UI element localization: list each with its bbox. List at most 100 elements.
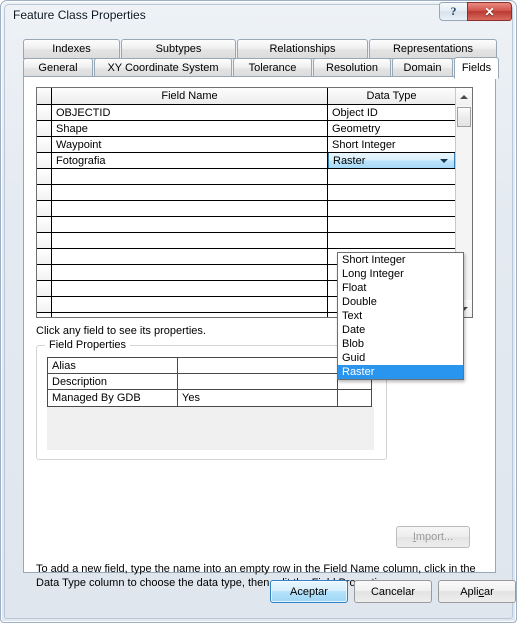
table-row[interactable]: Managed By GDB Yes — [48, 390, 371, 406]
field-name-cell[interactable] — [52, 265, 328, 281]
table-row[interactable] — [37, 233, 455, 249]
dropdown-option-raster[interactable]: Raster — [338, 365, 463, 379]
data-type-cell[interactable]: Short Integer — [328, 137, 455, 153]
table-row[interactable]: Shape Geometry — [37, 121, 455, 137]
table-row[interactable] — [37, 217, 455, 233]
row-selector[interactable] — [37, 153, 52, 169]
data-type-cell[interactable] — [328, 217, 455, 233]
field-name-cell[interactable] — [52, 233, 328, 249]
field-name-cell[interactable]: Shape — [52, 121, 328, 137]
fields-grid-header-row: Field Name Data Type — [37, 88, 455, 105]
field-properties-empty-area — [47, 406, 374, 450]
row-selector[interactable] — [37, 217, 52, 233]
apply-button-label-suffix: ar — [484, 585, 494, 598]
row-selector[interactable] — [37, 121, 52, 137]
field-properties-group: Field Properties Alias Description Manag… — [36, 339, 387, 460]
chevron-down-icon[interactable] — [440, 159, 448, 163]
row-selector-header — [37, 88, 52, 105]
field-properties-table[interactable]: Alias Description Managed By GDB Yes — [47, 357, 372, 407]
data-type-dropdown-list[interactable]: Short Integer Long Integer Float Double … — [337, 252, 464, 380]
feature-class-properties-window: Feature Class Properties ? ✕ Indexes Sub… — [0, 0, 517, 623]
dropdown-option-long-integer[interactable]: Long Integer — [338, 267, 463, 281]
field-name-cell[interactable]: OBJECTID — [52, 105, 328, 121]
dialog-button-bar: Aceptar Cancelar Apli c ar — [9, 580, 516, 610]
property-label-alias: Alias — [48, 358, 178, 374]
table-row[interactable]: Waypoint Short Integer — [37, 137, 455, 153]
property-value-alias[interactable] — [178, 358, 338, 374]
row-selector[interactable] — [37, 233, 52, 249]
dropdown-option-short-integer[interactable]: Short Integer — [338, 253, 463, 267]
data-type-cell[interactable] — [328, 169, 455, 185]
data-type-cell[interactable] — [328, 233, 455, 249]
row-selector[interactable] — [37, 313, 52, 317]
data-type-cell[interactable]: Object ID — [328, 105, 455, 121]
apply-button-label-prefix: Apli — [460, 585, 479, 598]
title-bar[interactable]: Feature Class Properties ? ✕ — [2, 2, 515, 31]
tab-resolution[interactable]: Resolution — [313, 58, 391, 78]
property-value-managed-by-gdb[interactable]: Yes — [178, 390, 338, 406]
data-type-cell[interactable]: Raster — [328, 153, 455, 169]
field-name-cell[interactable] — [52, 169, 328, 185]
dropdown-option-float[interactable]: Float — [338, 281, 463, 295]
cancel-button[interactable]: Cancelar — [354, 580, 432, 603]
tab-relationships[interactable]: Relationships — [237, 39, 368, 59]
row-selector[interactable] — [37, 249, 52, 265]
property-value-description[interactable] — [178, 374, 338, 390]
column-header-field-name[interactable]: Field Name — [52, 88, 328, 105]
field-name-cell[interactable]: Fotografia — [52, 153, 328, 169]
data-type-cell[interactable] — [328, 185, 455, 201]
help-icon[interactable]: ? — [439, 2, 468, 21]
window-title: Feature Class Properties — [13, 8, 146, 22]
table-row[interactable] — [37, 169, 455, 185]
table-row[interactable]: OBJECTID Object ID — [37, 105, 455, 121]
field-name-cell[interactable] — [52, 217, 328, 233]
row-selector[interactable] — [37, 281, 52, 297]
field-name-cell[interactable]: Waypoint — [52, 137, 328, 153]
field-name-cell[interactable] — [52, 313, 328, 317]
apply-button[interactable]: Apli c ar — [438, 580, 516, 603]
field-name-cell[interactable] — [52, 249, 328, 265]
tab-general[interactable]: General — [23, 58, 93, 78]
accept-button[interactable]: Aceptar — [270, 580, 348, 603]
row-selector[interactable] — [37, 105, 52, 121]
close-icon[interactable]: ✕ — [467, 2, 512, 21]
data-type-cell[interactable]: Geometry — [328, 121, 455, 137]
dropdown-option-text[interactable]: Text — [338, 309, 463, 323]
tab-row-lower: General XY Coordinate System Tolerance R… — [23, 57, 500, 79]
scrollbar-thumb[interactable] — [457, 107, 471, 127]
row-selector[interactable] — [37, 265, 52, 281]
data-type-cell[interactable] — [328, 201, 455, 217]
row-selector[interactable] — [37, 185, 52, 201]
tab-fields[interactable]: Fields — [454, 57, 499, 79]
table-row[interactable] — [37, 185, 455, 201]
dropdown-option-guid[interactable]: Guid — [338, 351, 463, 365]
field-name-cell[interactable] — [52, 297, 328, 313]
field-name-cell[interactable] — [52, 185, 328, 201]
table-row[interactable]: Alias — [48, 358, 371, 374]
caret-up-icon — [460, 94, 468, 99]
row-selector[interactable] — [37, 137, 52, 153]
data-type-combobox-value: Raster — [333, 154, 366, 167]
import-button[interactable]: Import... — [396, 526, 470, 548]
dropdown-option-double[interactable]: Double — [338, 295, 463, 309]
row-selector[interactable] — [37, 169, 52, 185]
tab-subtypes[interactable]: Subtypes — [121, 39, 236, 59]
tab-tolerance[interactable]: Tolerance — [233, 58, 312, 78]
scroll-up-button[interactable] — [456, 88, 472, 105]
dropdown-option-date[interactable]: Date — [338, 323, 463, 337]
property-label-managed-by-gdb: Managed By GDB — [48, 390, 178, 406]
tab-representations[interactable]: Representations — [369, 39, 497, 59]
tab-domain[interactable]: Domain — [392, 58, 453, 78]
field-name-cell[interactable] — [52, 201, 328, 217]
tab-indexes[interactable]: Indexes — [23, 39, 120, 59]
dropdown-option-blob[interactable]: Blob — [338, 337, 463, 351]
table-row[interactable]: Description — [48, 374, 371, 390]
data-type-combobox[interactable]: Raster — [328, 153, 455, 168]
column-header-data-type[interactable]: Data Type — [328, 88, 455, 105]
row-selector[interactable] — [37, 297, 52, 313]
table-row-editing[interactable]: Fotografia Raster — [37, 153, 455, 169]
row-selector[interactable] — [37, 201, 52, 217]
table-row[interactable] — [37, 201, 455, 217]
tab-xy-coordinate-system[interactable]: XY Coordinate System — [94, 58, 232, 78]
field-name-cell[interactable] — [52, 281, 328, 297]
